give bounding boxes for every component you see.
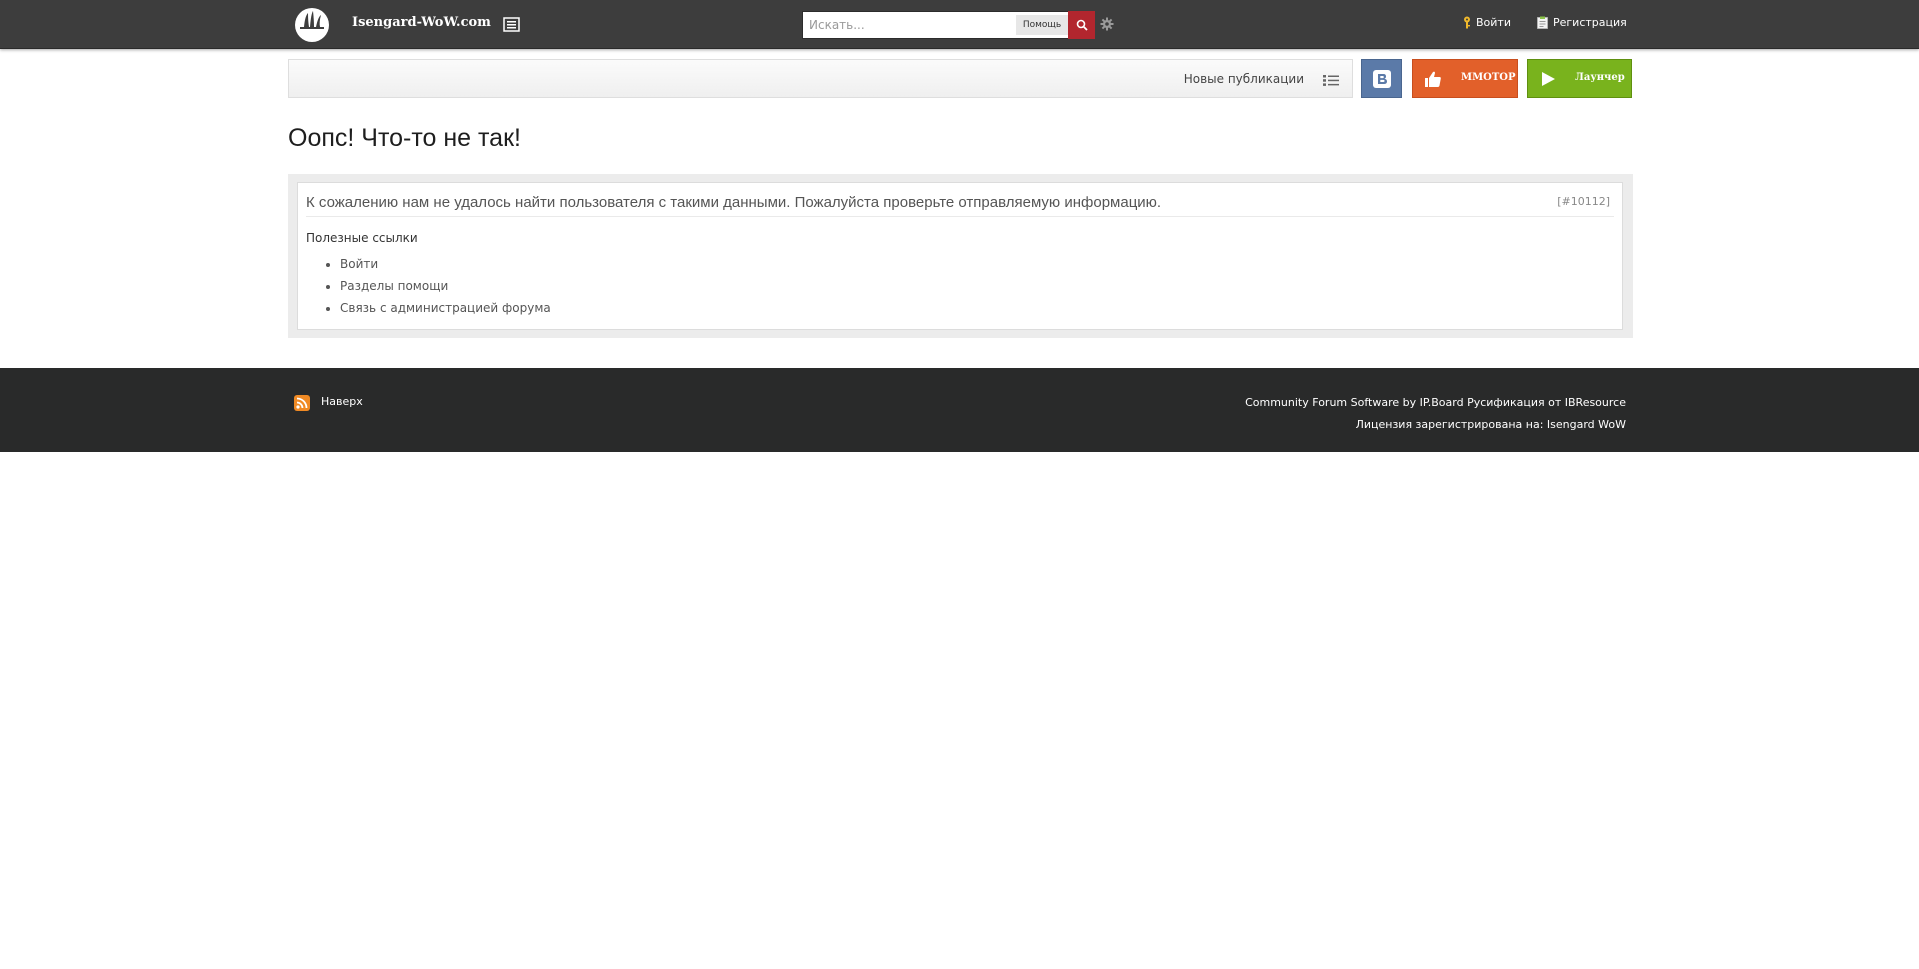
site-name-link[interactable]: Isengard-WoW.com: [352, 15, 491, 30]
footer-credits: Community Forum Software by IP.Board Рус…: [1245, 392, 1626, 436]
rss-icon[interactable]: [294, 395, 310, 411]
menu-icon[interactable]: [503, 17, 520, 32]
search-button[interactable]: [1068, 11, 1095, 39]
search-input[interactable]: [803, 12, 1015, 38]
key-icon: [1464, 16, 1470, 29]
vk-button[interactable]: [1361, 59, 1402, 98]
search-options-gear-icon[interactable]: [1100, 16, 1114, 31]
error-code: [#10112]: [1557, 195, 1610, 208]
help-sections-link[interactable]: Разделы помощи: [340, 279, 448, 293]
register-label: Регистрация: [1553, 16, 1627, 29]
login-help-link[interactable]: Войти: [340, 257, 378, 271]
divider: [306, 216, 1614, 217]
mmotop-label: MMOTOP: [1461, 72, 1516, 83]
search-scope-selector[interactable]: Помощь: [1016, 15, 1068, 35]
list-item: Разделы помощи: [340, 275, 551, 297]
license-text: Лицензия зарегистрирована на: Isengard W…: [1355, 418, 1626, 431]
login-label: Войти: [1476, 16, 1511, 29]
footer: Наверх Community Forum Software by IP.Bo…: [0, 368, 1919, 452]
useful-links-title: Полезные ссылки: [306, 231, 418, 245]
vk-logo-icon: [1372, 69, 1391, 88]
page-title: Оопс! Что-то не так!: [288, 124, 521, 152]
navigation-bar: Новые публикации: [288, 59, 1353, 98]
error-message: К сожалению нам не удалось найти пользов…: [306, 194, 1162, 211]
register-link[interactable]: Регистрация: [1537, 16, 1627, 29]
thumbs-up-icon: [1413, 60, 1453, 97]
top-bar: Isengard-WoW.com Помощь: [0, 0, 1919, 49]
new-posts-link[interactable]: Новые публикации: [1184, 72, 1304, 86]
list-icon[interactable]: [1323, 72, 1339, 86]
login-link[interactable]: Войти: [1463, 16, 1511, 29]
list-item: Войти: [340, 253, 551, 275]
search-box: Помощь: [802, 11, 1095, 39]
mmotop-button[interactable]: MMOTOP: [1412, 59, 1518, 98]
clipboard-icon: [1537, 16, 1548, 29]
launcher-label: Лаунчер: [1575, 72, 1625, 83]
play-icon: [1528, 60, 1568, 97]
search-icon: [1076, 19, 1088, 31]
contact-admin-link[interactable]: Связь с администрацией форума: [340, 301, 551, 315]
error-container: К сожалению нам не удалось найти пользов…: [288, 174, 1633, 338]
copyright-link[interactable]: Community Forum Software by IP.Board Рус…: [1245, 392, 1626, 414]
error-box: К сожалению нам не удалось найти пользов…: [297, 182, 1623, 330]
useful-links-list: Войти Разделы помощи Связь с администрац…: [320, 253, 551, 319]
site-logo-icon[interactable]: [294, 7, 330, 43]
back-to-top-link[interactable]: Наверх: [321, 395, 363, 408]
launcher-button[interactable]: Лаунчер: [1527, 59, 1632, 98]
list-item: Связь с администрацией форума: [340, 297, 551, 319]
